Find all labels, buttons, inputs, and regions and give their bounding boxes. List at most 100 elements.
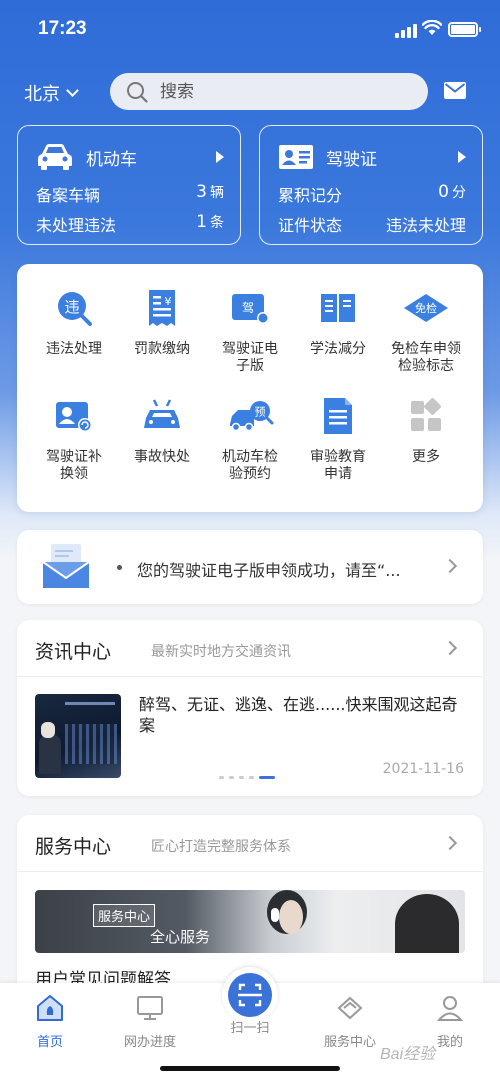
service-label: 驾驶证电子版 [222,341,278,374]
car-icon [38,144,72,170]
banner-tag: 服务中心 [93,904,156,927]
search-input[interactable] [160,81,380,102]
vehicle-row-value: 3辆 [196,182,224,202]
fine-payment-icon: ¥ [149,290,175,326]
service-study[interactable]: 学法减分 [290,288,386,358]
service-label: 事故快处 [134,449,190,465]
chevron-right-icon[interactable] [442,835,458,851]
license-replace-icon [56,402,92,432]
svg-text:¥: ¥ [165,295,172,308]
service-exemption[interactable]: 免检 免检车申领检验标志 [378,288,474,375]
svg-text:预: 预 [255,406,266,419]
vehicle-row-label: 备案车辆 [36,186,101,205]
search-bar[interactable] [110,73,428,110]
service-icon [337,996,363,1020]
vehicle-row-label: 未处理违法 [36,216,117,235]
signal-icon [395,24,417,38]
news-headline[interactable]: 醉驾、无证、逃逸、在逃......快来围观这起奇案 [139,694,469,736]
news-thumbnail-crowd [65,724,117,764]
chevron-down-icon [66,84,79,97]
headset-icon [271,908,279,922]
news-subtitle: 最新实时地方交通资讯 [151,644,291,660]
tab-scan[interactable]: 扫一扫 [200,983,300,1036]
banner-figure [395,894,459,953]
svg-text:违: 违 [64,298,79,316]
news-date: 2021-11-16 [382,761,464,777]
license-row-label: 证件状态 [278,216,343,235]
news-thumbnail-figure [39,734,61,774]
news-title: 资讯中心 [35,641,112,663]
license-card-header[interactable]: 驾驶证 [278,140,466,174]
home-indicator [160,1066,340,1071]
service-education[interactable]: 审验教育申请 [290,396,386,483]
news-thumbnail-face [41,722,55,738]
license-card-title: 驾驶证 [326,149,377,170]
status-bar: 17:23 [0,0,500,60]
service-license-replace[interactable]: 驾驶证补换领 [26,396,122,483]
service-label: 驾驶证补换领 [46,449,102,482]
notice-banner[interactable]: 您的驾驶证电子版申领成功，请至“... [17,530,483,604]
license-row-status: 证件状态 违法未处理 [278,212,466,236]
arrow-right-icon [458,151,466,163]
tab-label: 扫一扫 [230,1021,270,1036]
license-card[interactable]: 驾驶证 累积记分 0分 证件状态 违法未处理 [259,125,483,245]
more-icon [411,398,441,431]
carousel-dots [219,776,275,779]
vehicle-row-value: 1条 [196,212,224,232]
tab-progress[interactable]: 网办进度 [100,983,200,1050]
service-label: 免检车申领检验标志 [391,341,461,374]
vehicle-card-title: 机动车 [86,149,137,170]
exemption-icon: 免检 [404,294,448,322]
profile-icon [436,996,464,1021]
watermark: Bai经验 [380,1046,436,1063]
service-label: 机动车检验预约 [222,449,278,482]
svg-text:免检: 免检 [415,301,437,315]
service-fine[interactable]: ¥ 罚款缴纳 [114,288,210,358]
service-center-subtitle: 匠心打造完整服务体系 [151,839,291,855]
service-inspection[interactable]: 预 机动车检验预约 [202,396,298,483]
tab-label: 首页 [36,1035,63,1050]
service-banner[interactable]: 服务中心 全心服务 [35,890,465,953]
news-thumbnail[interactable] [35,694,121,778]
wifi-icon [422,20,442,35]
id-card-icon [279,145,313,169]
service-more[interactable]: 更多 [378,396,474,466]
tab-label: 网办进度 [123,1035,176,1050]
news-thumbnail-caption [65,702,115,705]
chevron-right-icon[interactable] [442,640,458,656]
service-label: 更多 [412,449,440,465]
search-icon [127,81,148,103]
divider [17,871,483,872]
inspection-appointment-icon: 预 [230,401,274,432]
license-row-label: 累积记分 [278,186,343,205]
city-label: 北京 [24,84,60,105]
service-violation[interactable]: 违 违法处理 [26,288,122,358]
mail-icon[interactable] [444,82,466,99]
monitor-icon [137,996,163,1020]
city-selector[interactable]: 北京 [24,80,79,106]
license-row-points: 累积记分 0分 [278,182,466,206]
banner-headset-face [279,900,303,934]
vehicle-card[interactable]: 机动车 备案车辆 3辆 未处理违法 1条 [17,125,241,245]
notice-text: 您的驾驶证电子版申领成功，请至“... [137,561,401,580]
service-accident[interactable]: 事故快处 [114,396,210,466]
document-icon [324,398,352,434]
status-time: 17:23 [38,18,87,39]
service-label: 违法处理 [46,341,102,357]
accident-icon [144,399,180,428]
envelope-icon [42,544,90,588]
divider [17,676,483,677]
service-label: 罚款缴纳 [134,341,190,357]
vehicle-card-header[interactable]: 机动车 [36,140,224,174]
bullet-dot [117,565,122,570]
news-center-card[interactable]: 资讯中心 最新实时地方交通资讯 醉驾、无证、逃逸、在逃......快来围观这起奇… [17,620,483,796]
tab-home[interactable]: 首页 [0,983,100,1050]
service-center-title: 服务中心 [35,836,112,858]
service-e-license[interactable]: 驾 驾驶证电子版 [202,288,298,375]
battery-icon [448,22,481,37]
home-icon [37,995,63,1021]
chevron-right-icon [442,558,458,574]
banner-slogan: 全心服务 [150,928,211,946]
book-icon [321,294,355,322]
svg-text:驾: 驾 [242,301,254,315]
